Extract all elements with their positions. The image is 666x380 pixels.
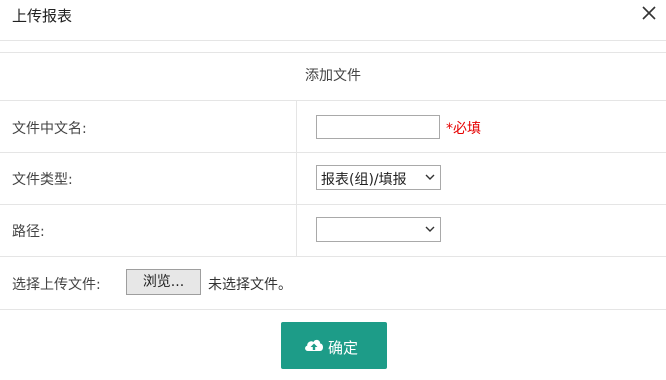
- dialog-title: 上传报表: [12, 7, 73, 25]
- upload-file-label: 选择上传文件:: [12, 277, 101, 293]
- confirm-label: 确定: [328, 339, 359, 357]
- file-name-label: 文件中文名:: [12, 121, 87, 137]
- row-divider: [0, 309, 666, 310]
- chevron-down-icon: [425, 174, 435, 180]
- section-title: 添加文件: [305, 68, 361, 84]
- file-name-input[interactable]: [316, 115, 440, 139]
- file-type-selected: 报表(组)/填报: [321, 172, 407, 188]
- file-type-label: 文件类型:: [12, 172, 73, 188]
- row-divider: [0, 204, 666, 205]
- path-label: 路径:: [12, 224, 45, 240]
- column-divider: [296, 100, 297, 256]
- row-divider: [0, 100, 666, 101]
- chevron-down-icon: [425, 226, 435, 232]
- row-divider: [0, 152, 666, 153]
- browse-button[interactable]: 浏览...: [126, 269, 201, 295]
- cloud-upload-icon: [305, 339, 324, 351]
- dialog-header: 上传报表: [0, 0, 666, 41]
- close-icon: [642, 6, 656, 20]
- row-divider: [0, 256, 666, 257]
- file-status: 未选择文件。: [208, 277, 292, 293]
- path-select[interactable]: [316, 217, 441, 242]
- close-button[interactable]: [638, 2, 660, 24]
- file-type-select[interactable]: 报表(组)/填报: [316, 165, 441, 190]
- upload-report-dialog: 上传报表 添加文件 文件中文名: *必填 文件类型: 报表(组)/填报 路径: …: [0, 0, 666, 380]
- required-note: *必填: [446, 121, 481, 137]
- confirm-button[interactable]: 确定: [281, 322, 387, 369]
